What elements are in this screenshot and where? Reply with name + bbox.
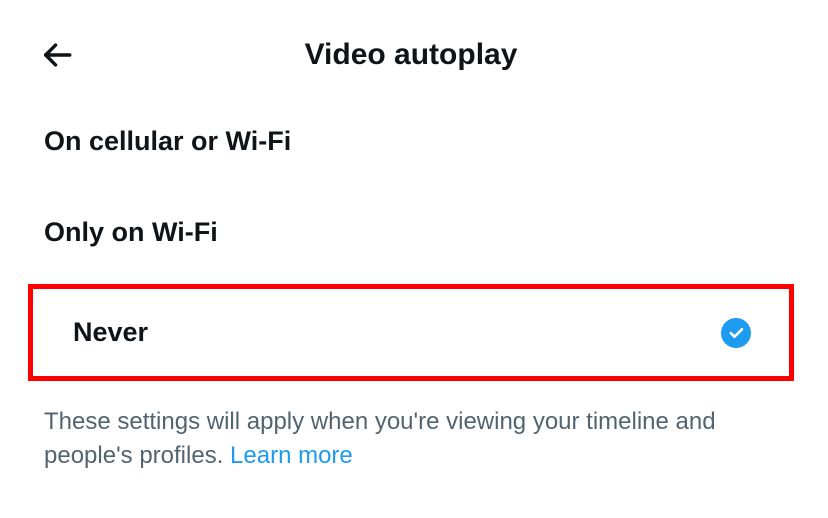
option-wifi-only[interactable]: Only on Wi-Fi — [0, 193, 828, 272]
autoplay-options: On cellular or Wi-Fi Only on Wi-Fi Never — [0, 102, 828, 381]
option-cellular-wifi[interactable]: On cellular or Wi-Fi — [0, 102, 828, 181]
learn-more-link[interactable]: Learn more — [230, 442, 353, 469]
option-label: Only on Wi-Fi — [44, 217, 218, 248]
description-text: These settings will apply when you're vi… — [44, 408, 716, 469]
spacer — [0, 272, 828, 284]
option-label: Never — [73, 317, 148, 348]
spacer — [0, 181, 828, 193]
option-label: On cellular or Wi-Fi — [44, 126, 291, 157]
settings-description: These settings will apply when you're vi… — [0, 381, 828, 496]
page-title: Video autoplay — [34, 38, 788, 72]
selected-indicator — [721, 318, 751, 348]
page-header: Video autoplay — [0, 0, 828, 102]
check-icon — [727, 324, 745, 342]
option-never[interactable]: Never — [28, 284, 794, 381]
